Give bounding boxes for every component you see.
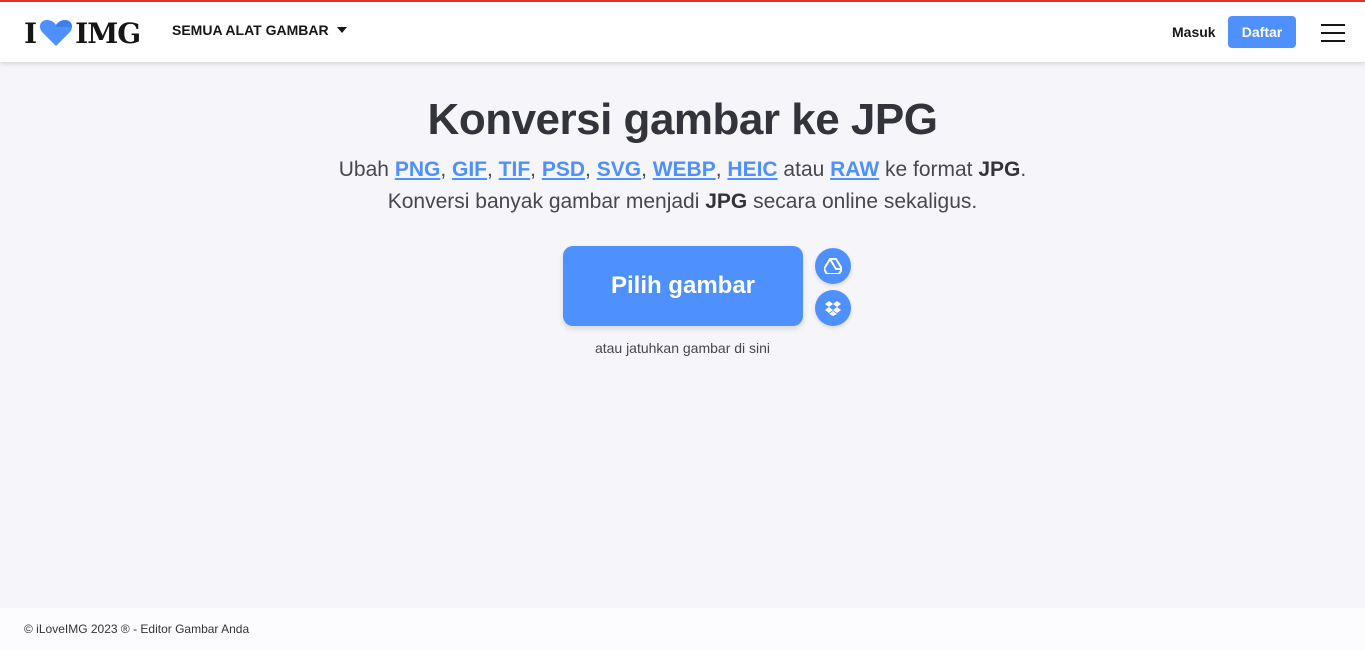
- signup-button[interactable]: Daftar: [1228, 16, 1296, 48]
- main-content: Konversi gambar ke JPG Ubah PNG, GIF, TI…: [0, 62, 1365, 608]
- site-footer: © iLoveIMG 2023 ® - Editor Gambar Anda: [0, 608, 1365, 650]
- all-tools-menu[interactable]: SEMUA ALAT GAMBAR: [172, 22, 347, 38]
- logo[interactable]: I IMG: [24, 16, 141, 50]
- select-images-button[interactable]: Pilih gambar: [563, 246, 803, 326]
- copyright-text: © iLoveIMG 2023 ® - Editor Gambar Anda: [24, 622, 250, 636]
- heart-logo-icon: [40, 20, 73, 46]
- target-format: JPG: [705, 190, 748, 213]
- format-link-webp[interactable]: WEBP: [653, 158, 716, 181]
- subtitle-text: ke format: [879, 158, 979, 181]
- hamburger-menu-icon[interactable]: [1321, 22, 1347, 42]
- caret-down-icon: [336, 27, 347, 33]
- subtitle-text: Ubah: [338, 158, 395, 181]
- login-link[interactable]: Masuk: [1172, 24, 1216, 40]
- logo-text-left: I: [24, 16, 37, 50]
- page-subtitle: Ubah PNG, GIF, TIF, PSD, SVG, WEBP, HEIC…: [338, 158, 1027, 213]
- target-format: JPG: [978, 158, 1021, 181]
- format-link-tif[interactable]: TIF: [499, 158, 531, 181]
- google-drive-icon: [824, 258, 842, 274]
- drop-hint: atau jatuhkan gambar di sini: [594, 340, 771, 356]
- format-link-psd[interactable]: PSD: [542, 158, 585, 181]
- subtitle-text: .: [1020, 158, 1027, 181]
- logo-text-right: IMG: [75, 16, 141, 50]
- format-link-png[interactable]: PNG: [395, 158, 441, 181]
- dropbox-icon: [825, 301, 841, 316]
- format-link-raw[interactable]: RAW: [830, 158, 879, 181]
- subtitle-text: Konversi banyak gambar menjadi: [387, 190, 706, 213]
- all-tools-label: SEMUA ALAT GAMBAR: [172, 22, 329, 38]
- site-header: I IMG SEMUA ALAT GAMBAR Masuk Daftar: [0, 2, 1365, 62]
- page-title: Konversi gambar ke JPG: [427, 95, 938, 144]
- dropbox-button[interactable]: [815, 290, 851, 326]
- google-drive-button[interactable]: [815, 248, 851, 284]
- subtitle-text: atau: [777, 158, 831, 181]
- format-link-gif[interactable]: GIF: [452, 158, 487, 181]
- format-link-svg[interactable]: SVG: [597, 158, 641, 181]
- format-link-heic[interactable]: HEIC: [727, 158, 777, 181]
- subtitle-text: secara online sekaligus.: [747, 190, 978, 213]
